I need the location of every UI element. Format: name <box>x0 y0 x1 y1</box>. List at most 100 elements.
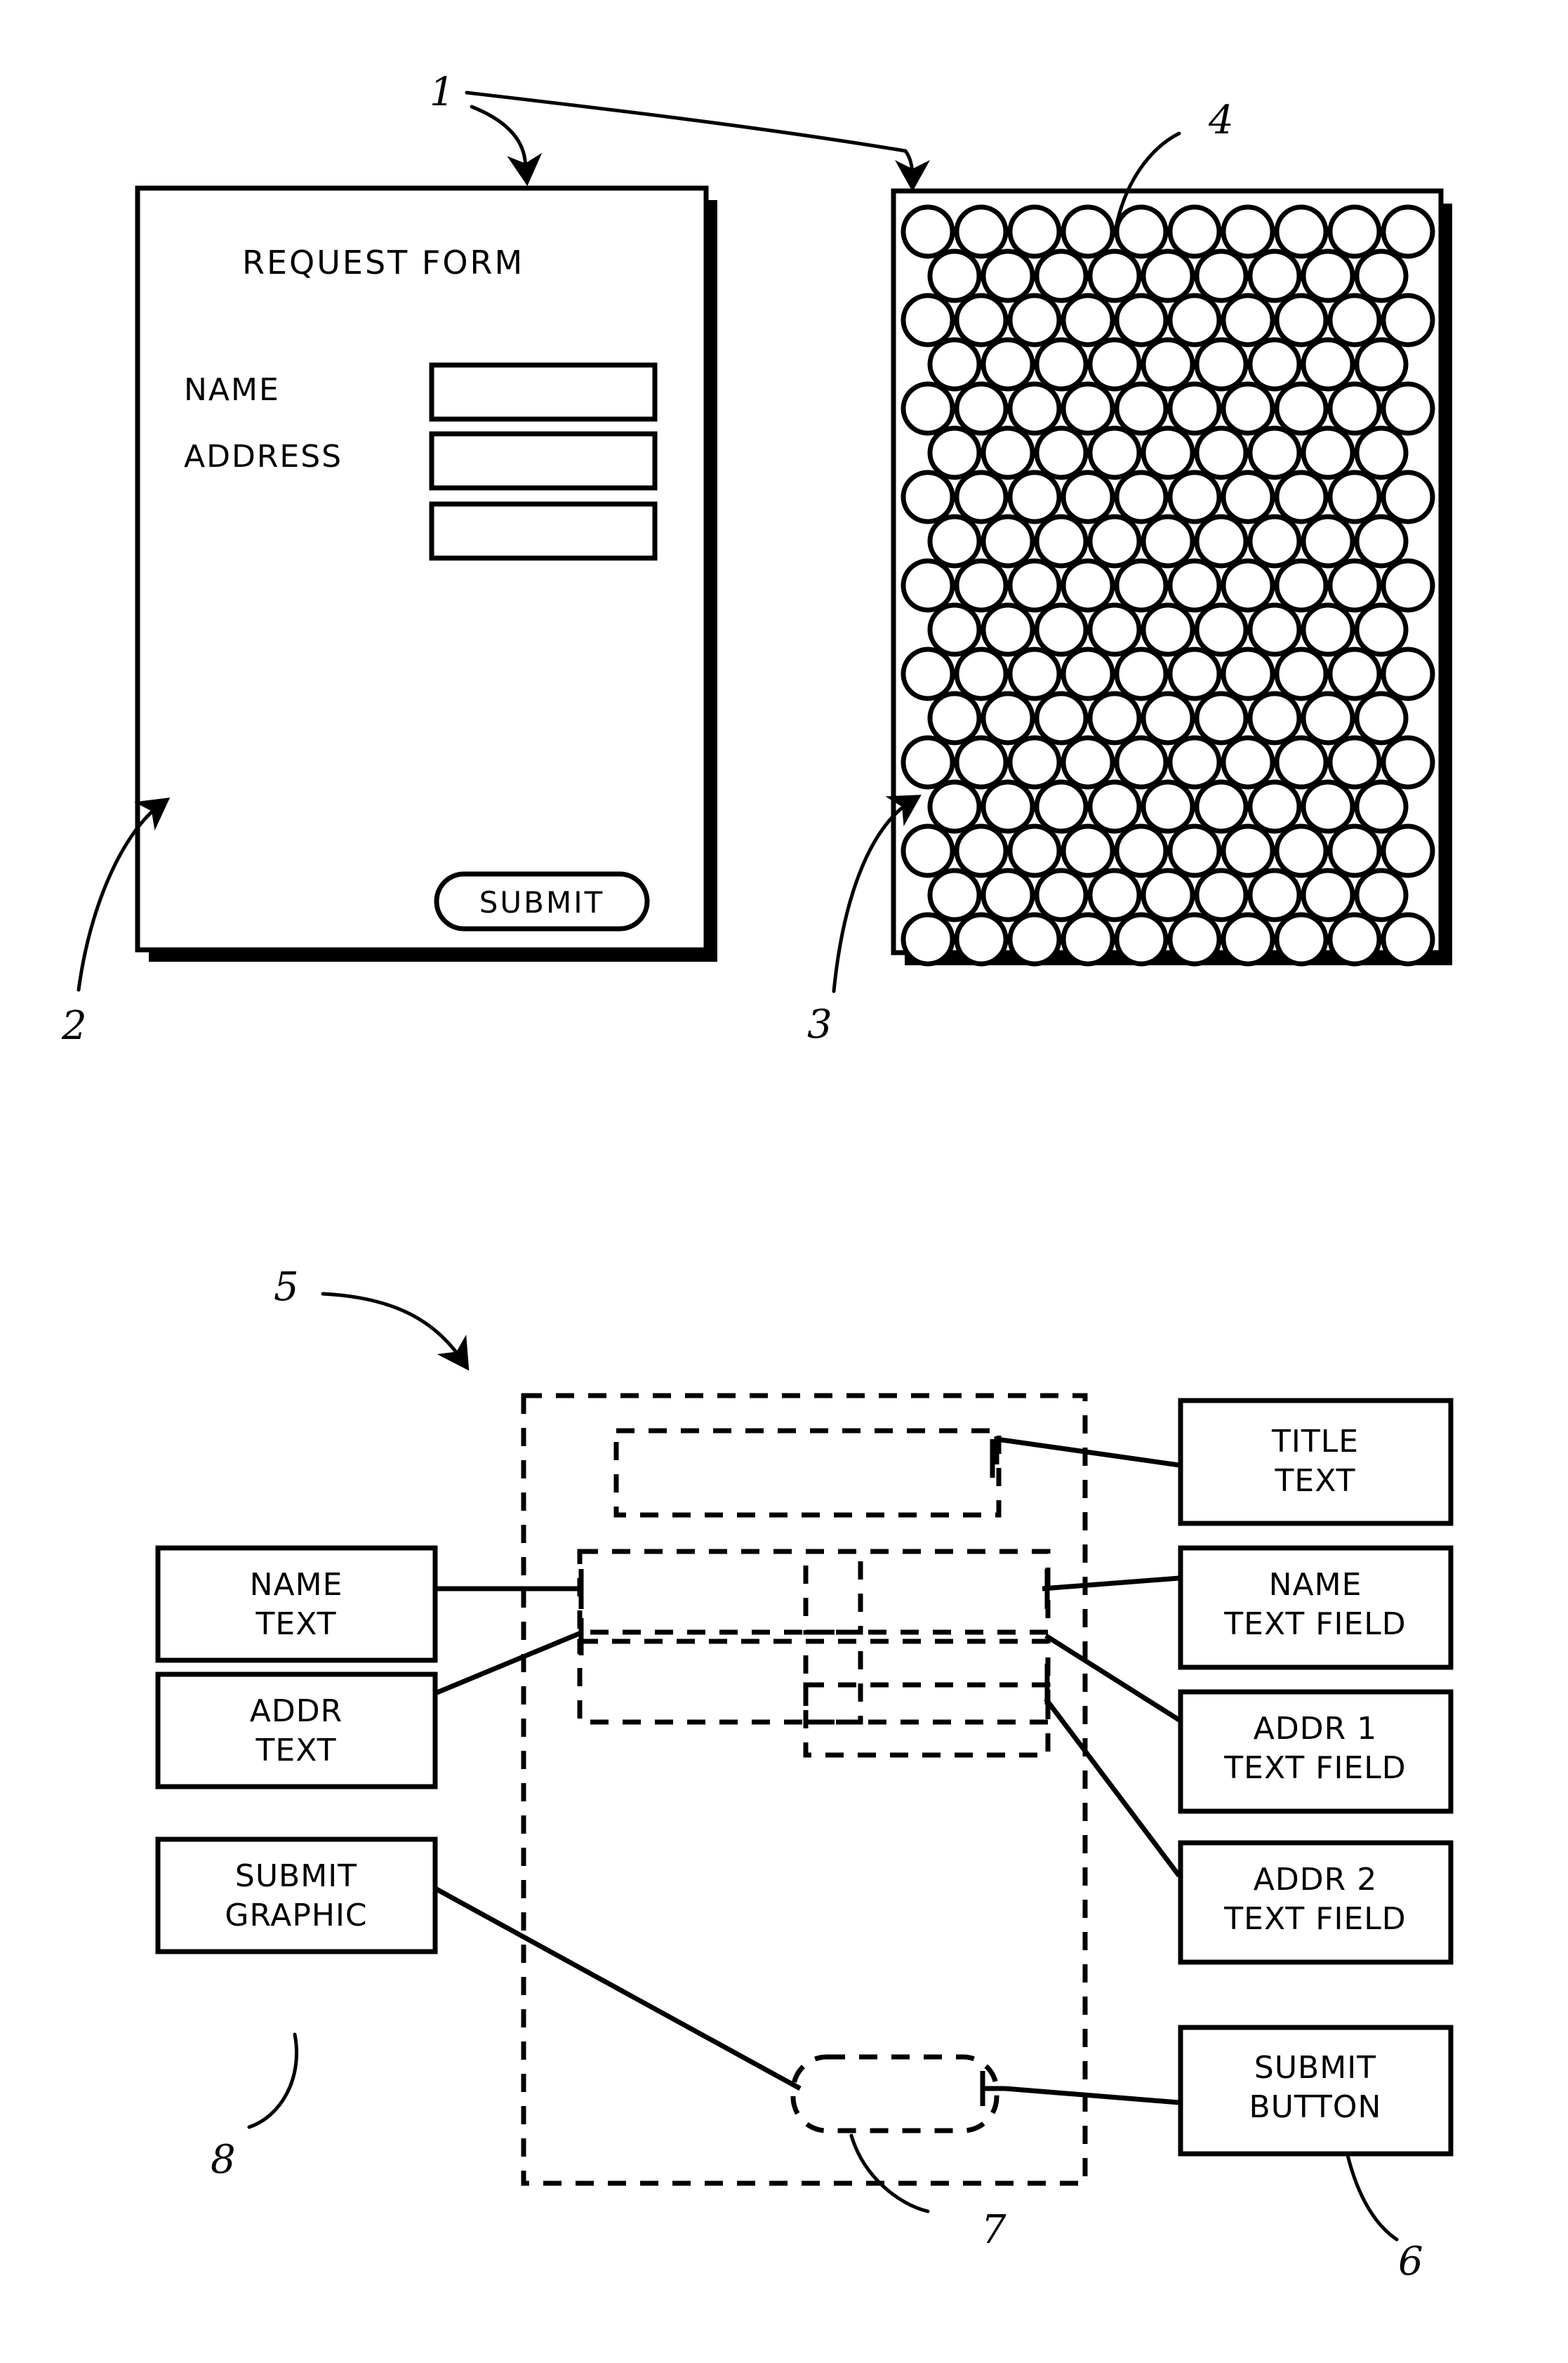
numeral-6: 6 <box>1398 2239 1423 2284</box>
numeral-1: 1 <box>430 70 455 115</box>
braille-dot <box>1034 337 1089 392</box>
braille-dot <box>1034 868 1089 922</box>
label-addr1-field-l2: TEXT FIELD <box>1223 1750 1406 1786</box>
braille-dot <box>1167 912 1222 967</box>
braille-dot <box>1301 249 1355 303</box>
braille-dot <box>1274 293 1329 348</box>
braille-dot <box>1007 735 1062 790</box>
braille-dot <box>1061 381 1115 436</box>
form-field-name[interactable] <box>429 362 658 422</box>
braille-dot <box>1221 558 1275 613</box>
braille-dot <box>1194 514 1249 569</box>
braille-dot <box>901 293 955 348</box>
braille-dot <box>1087 691 1142 746</box>
braille-dot <box>1247 514 1302 569</box>
braille-dot <box>901 470 955 524</box>
braille-dot <box>1141 868 1195 922</box>
braille-dot <box>1221 735 1275 790</box>
braille-dot <box>1167 558 1222 613</box>
form-field-addr1[interactable] <box>429 431 658 491</box>
braille-dot <box>1167 293 1222 348</box>
braille-dot <box>1327 204 1382 259</box>
label-name-field-l1: NAME <box>1269 1567 1362 1603</box>
braille-dot <box>1354 337 1409 392</box>
braille-dot <box>1061 647 1115 701</box>
braille-dot <box>1381 912 1435 967</box>
dashed-regions <box>521 1393 1088 2186</box>
braille-dot <box>927 249 982 303</box>
diagram-svg: REQUEST FORM NAME ADDRESS SUBMIT 1 2 3 4… <box>61 70 1454 2284</box>
braille-dot <box>1167 735 1222 790</box>
braille-dot <box>1381 823 1435 878</box>
braille-dot <box>1034 249 1089 303</box>
braille-dot <box>1007 647 1062 701</box>
braille-dot <box>1381 735 1435 790</box>
braille-dot <box>927 868 982 922</box>
braille-dot <box>1087 514 1142 569</box>
braille-dot <box>1221 381 1275 436</box>
braille-dot <box>1114 558 1169 613</box>
braille-dot <box>1061 912 1115 967</box>
braille-dot <box>1034 514 1089 569</box>
braille-dot <box>1194 602 1249 657</box>
braille-dot <box>901 823 955 878</box>
braille-dot <box>1327 470 1382 524</box>
braille-dot <box>1007 558 1062 613</box>
braille-dot <box>1061 558 1115 613</box>
form-title: REQUEST FORM <box>242 244 524 282</box>
braille-dot <box>1274 381 1329 436</box>
braille-dot <box>1087 602 1142 657</box>
braille-dot <box>1247 691 1302 746</box>
braille-dot <box>1194 425 1249 480</box>
braille-dot <box>901 735 955 790</box>
braille-dot <box>1087 249 1142 303</box>
form-label-address: ADDRESS <box>184 439 343 475</box>
numeral-8: 8 <box>211 2137 236 2183</box>
braille-dot <box>954 647 1009 701</box>
form-paper <box>135 185 709 953</box>
braille-dot <box>1221 204 1275 259</box>
braille-dot <box>981 691 1035 746</box>
braille-dot <box>1007 470 1062 524</box>
braille-dot <box>1221 823 1275 878</box>
label-name-text-l2: TEXT <box>255 1606 337 1642</box>
form-field-addr2[interactable] <box>429 501 658 561</box>
numeral-4: 4 <box>1208 98 1234 143</box>
label-submit-graphic-l1: SUBMIT <box>235 1858 357 1894</box>
braille-dot <box>1221 647 1275 701</box>
braille-dot <box>981 249 1035 303</box>
braille-dot <box>954 470 1009 524</box>
braille-dot <box>1114 823 1169 878</box>
braille-dot <box>954 293 1009 348</box>
numeral-7: 7 <box>981 2207 1006 2253</box>
dashed-addr1-field-region <box>803 1639 1051 1725</box>
box-name-text[interactable] <box>155 1545 438 1663</box>
braille-dot <box>1327 293 1382 348</box>
braille-dot <box>1141 779 1195 834</box>
braille-dot <box>1114 204 1169 259</box>
box-title-text[interactable] <box>1178 1398 1454 1526</box>
braille-dot <box>1247 779 1302 834</box>
label-submit-graphic-l2: GRAPHIC <box>225 1898 367 1933</box>
braille-dot <box>1354 602 1409 657</box>
label-addr-text-l1: ADDR <box>250 1693 343 1729</box>
braille-dot <box>901 381 955 436</box>
braille-dot <box>981 337 1035 392</box>
braille-dot <box>1087 779 1142 834</box>
box-submit-graphic[interactable] <box>155 1836 438 1954</box>
braille-dot <box>981 514 1035 569</box>
braille-dot <box>1061 293 1115 348</box>
braille-dot <box>1327 558 1382 613</box>
braille-dot <box>1114 912 1169 967</box>
box-addr-text[interactable] <box>155 1672 438 1789</box>
braille-dot <box>1167 204 1222 259</box>
braille-dot <box>1301 779 1355 834</box>
braille-dot <box>1354 779 1409 834</box>
braille-dot <box>1194 691 1249 746</box>
visual-form-group <box>135 185 717 962</box>
form-label-name: NAME <box>184 372 280 408</box>
braille-dot <box>1301 602 1355 657</box>
braille-dot <box>954 735 1009 790</box>
braille-dot <box>1034 425 1089 480</box>
braille-dot <box>981 425 1035 480</box>
